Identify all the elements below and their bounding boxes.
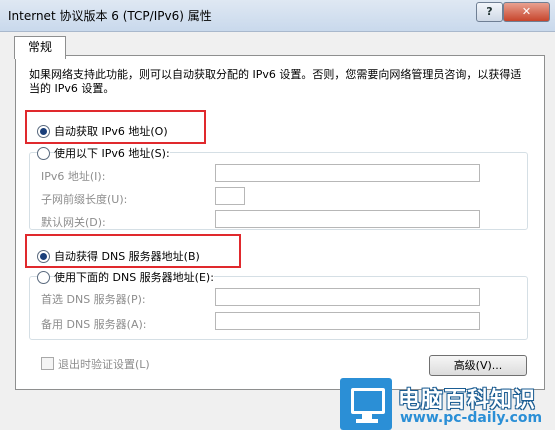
- validate-checkbox[interactable]: [41, 357, 54, 370]
- manual-dns-label: 使用下面的 DNS 服务器地址(E):: [54, 269, 214, 285]
- validate-label: 退出时验证设置(L): [58, 358, 150, 371]
- watermark: 电脑百科知识 www.pc-daily.com: [340, 378, 555, 430]
- close-button[interactable]: ✕: [503, 2, 550, 22]
- auto-dns-label: 自动获得 DNS 服务器地址(B): [54, 250, 200, 263]
- ipv6-address-label: IPv6 地址(I):: [41, 170, 106, 183]
- monitor-logo-icon: [340, 378, 392, 430]
- radio-manual-dns[interactable]: [37, 271, 50, 284]
- title-bar: Internet 协议版本 6 (TCP/IPv6) 属性 ? ✕: [0, 0, 555, 32]
- manual-ipv6-label: 使用以下 IPv6 地址(S):: [54, 145, 170, 161]
- subnet-prefix-input[interactable]: [215, 187, 245, 205]
- radio-auto-dns[interactable]: [37, 250, 50, 263]
- alternate-dns-input[interactable]: [215, 312, 480, 330]
- default-gateway-input[interactable]: [215, 210, 480, 228]
- preferred-dns-input[interactable]: [215, 288, 480, 306]
- radio-manual-ipv6[interactable]: [37, 147, 50, 160]
- default-gateway-label: 默认网关(D):: [41, 216, 106, 229]
- alternate-dns-label: 备用 DNS 服务器(A):: [41, 318, 147, 331]
- help-button[interactable]: ?: [476, 2, 503, 22]
- monitor-base: [356, 419, 378, 423]
- monitor-screen: [351, 388, 385, 414]
- watermark-url: www.pc-daily.com: [400, 410, 543, 426]
- description-text: 如果网络支持此功能，则可以自动获取分配的 IPv6 设置。否则，您需要向网络管理…: [29, 68, 522, 95]
- tab-general[interactable]: 常规: [14, 36, 66, 59]
- radio-auto-ipv6[interactable]: [37, 125, 50, 138]
- preferred-dns-label: 首选 DNS 服务器(P):: [41, 293, 146, 306]
- advanced-button[interactable]: 高级(V)...: [429, 355, 527, 376]
- subnet-prefix-label: 子网前缀长度(U):: [41, 193, 128, 206]
- auto-ipv6-label: 自动获取 IPv6 地址(O): [54, 125, 168, 138]
- window-title: Internet 协议版本 6 (TCP/IPv6) 属性: [8, 9, 212, 23]
- ipv6-address-input[interactable]: [215, 164, 480, 182]
